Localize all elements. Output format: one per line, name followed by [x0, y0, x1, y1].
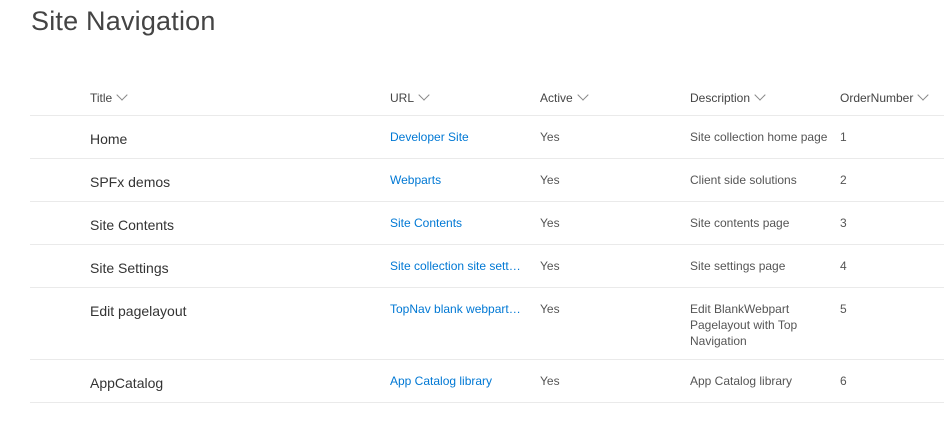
cell-title: SPFx demos: [90, 174, 171, 190]
cell-description: Site settings page: [690, 259, 786, 273]
cell-ordernumber: 3: [840, 216, 847, 230]
column-header-title[interactable]: Title: [90, 88, 390, 105]
cell-description: Edit BlankWebpart Pagelayout with Top Na…: [690, 302, 798, 348]
cell-url: Developer Site: [390, 129, 540, 148]
table-row[interactable]: SPFx demos Webparts Yes Client side solu…: [30, 159, 944, 202]
chevron-down-icon: [116, 88, 128, 101]
cell-active: Yes: [540, 130, 560, 144]
cell-title: Site Settings: [90, 260, 169, 276]
chevron-down-icon: [418, 88, 430, 101]
table-row[interactable]: Home Developer Site Yes Site collection …: [30, 116, 944, 159]
url-link[interactable]: Site Contents: [390, 215, 522, 231]
cell-ordernumber: 2: [840, 173, 847, 187]
list-header: Title URL Active Description OrderNumber: [30, 80, 944, 116]
cell-ordernumber: 6: [840, 374, 847, 388]
cell-active: Yes: [540, 374, 560, 388]
table-row[interactable]: Site Contents Site Contents Yes Site con…: [30, 202, 944, 245]
cell-url: TopNav blank webpart pagelayout: [390, 301, 540, 349]
cell-active: Yes: [540, 302, 560, 316]
column-header-description[interactable]: Description: [690, 88, 840, 105]
url-link[interactable]: Webparts: [390, 172, 522, 188]
chevron-down-icon: [917, 88, 930, 101]
cell-description: Site collection home page: [690, 130, 828, 144]
cell-active: Yes: [540, 173, 560, 187]
url-link[interactable]: TopNav blank webpart pagelayout: [390, 301, 522, 317]
cell-url: App Catalog library: [390, 373, 540, 392]
navigation-list: Title URL Active Description OrderNumber…: [30, 80, 944, 403]
cell-url: Webparts: [390, 172, 540, 191]
table-row[interactable]: AppCatalog App Catalog library Yes App C…: [30, 360, 944, 403]
url-link[interactable]: Developer Site: [390, 129, 522, 145]
cell-description: Site contents page: [690, 216, 790, 230]
cell-description: Client side solutions: [690, 173, 797, 187]
url-link[interactable]: Site collection site settings: [390, 258, 522, 274]
table-row[interactable]: Edit pagelayout TopNav blank webpart pag…: [30, 288, 944, 360]
chevron-down-icon: [754, 88, 766, 101]
cell-ordernumber: 1: [840, 130, 847, 144]
cell-ordernumber: 4: [840, 259, 847, 273]
cell-title: Home: [90, 131, 128, 147]
cell-title: Site Contents: [90, 217, 175, 233]
cell-url: Site collection site settings: [390, 258, 540, 277]
column-header-active[interactable]: Active: [540, 88, 690, 105]
table-row[interactable]: Site Settings Site collection site setti…: [30, 245, 944, 288]
column-header-ordernumber[interactable]: OrderNumber: [840, 88, 944, 105]
cell-title: AppCatalog: [90, 375, 164, 391]
cell-url: Site Contents: [390, 215, 540, 234]
page-title: Site Navigation: [31, 6, 216, 36]
cell-ordernumber: 5: [840, 302, 847, 316]
column-header-url[interactable]: URL: [390, 88, 540, 105]
cell-description: App Catalog library: [690, 374, 793, 388]
cell-active: Yes: [540, 216, 560, 230]
cell-title: Edit pagelayout: [90, 303, 187, 319]
url-link[interactable]: App Catalog library: [390, 373, 522, 389]
chevron-down-icon: [577, 88, 589, 101]
cell-active: Yes: [540, 259, 560, 273]
